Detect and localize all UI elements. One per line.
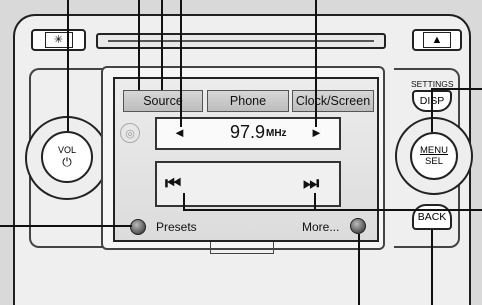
callout-line-skip-back-v (183, 193, 185, 210)
volume-knob[interactable]: VOL ⏻ (41, 131, 93, 183)
back-label: BACK (417, 211, 447, 223)
brightness-button[interactable]: ✳ (31, 29, 86, 51)
skip-forward-button[interactable]: ⏭ (303, 173, 319, 194)
callout-line-tab-left (138, 0, 140, 90)
menu-label: MENU (420, 145, 448, 156)
frequency-unit: MHz (266, 128, 287, 139)
tab-phone[interactable]: Phone (207, 90, 289, 112)
tune-down-button[interactable]: ◄ (173, 125, 186, 140)
audio-head-unit-diagram: ✳ ▲ VOL ⏻ Source Phone Clock/Screen ◎ ◄ … (0, 0, 482, 305)
callout-line-menu-h (431, 88, 482, 90)
presets-button[interactable] (130, 219, 146, 235)
tab-clock-screen[interactable]: Clock/Screen (292, 90, 374, 112)
more-button[interactable] (350, 218, 366, 234)
callout-line-presets (0, 225, 132, 227)
callout-line-skip-right (315, 209, 482, 211)
skip-back-button[interactable]: ⏮ (165, 173, 181, 194)
callout-line-tune-down (180, 0, 182, 127)
callout-line-back (431, 230, 433, 305)
volume-label: VOL (57, 144, 76, 155)
menu-sel-knob[interactable]: MENU SEL (410, 132, 458, 180)
tab-source[interactable]: Source (123, 90, 203, 112)
back-button[interactable]: BACK (412, 204, 452, 230)
tune-up-button[interactable]: ► (310, 125, 323, 140)
callout-line-tune-up (315, 0, 317, 127)
callout-line-skip-h (183, 209, 315, 211)
frequency-value: 97.9 (230, 122, 266, 142)
callout-line-source (161, 0, 163, 90)
callout-line-skip-forward-v (314, 193, 316, 210)
callout-line-menu (431, 88, 433, 132)
eject-icon: ▲ (423, 32, 451, 48)
callout-line-volume (67, 0, 69, 131)
more-label: More... (302, 220, 340, 234)
screen-tab-notch (210, 242, 274, 254)
power-icon: ⏻ (62, 154, 72, 169)
sel-label: SEL (425, 156, 443, 167)
presets-label: Presets (156, 220, 197, 234)
eject-button[interactable]: ▲ (412, 29, 462, 51)
radio-signal-icon: ◎ (120, 123, 140, 143)
callout-line-more (358, 234, 360, 305)
